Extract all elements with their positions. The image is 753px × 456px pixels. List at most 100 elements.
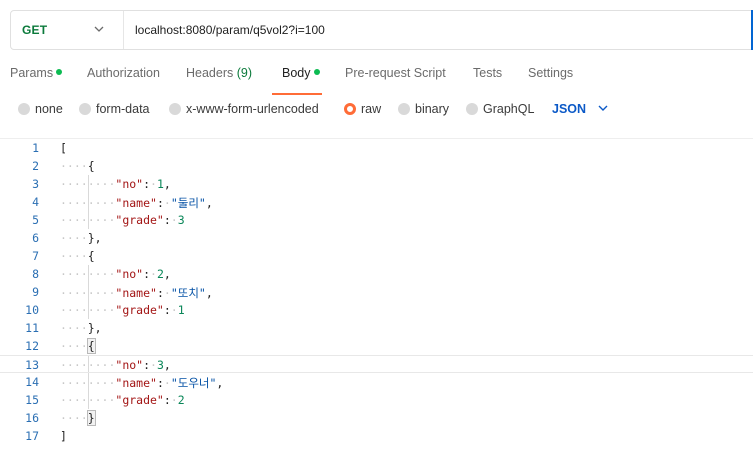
- line-number: 17: [25, 429, 39, 443]
- radio-raw[interactable]: raw: [344, 102, 381, 116]
- line-number: 4: [32, 195, 39, 209]
- editor-line: 14 ········"name":·"도우너",: [0, 373, 753, 391]
- radio-form-data-label: form-data: [96, 102, 150, 116]
- line-code: ····{: [60, 159, 95, 173]
- object-close: },: [87, 231, 102, 245]
- editor-line: 17 ]: [0, 427, 753, 445]
- line-code: ········"name":·"도우너",: [60, 376, 224, 390]
- object-open: {: [87, 249, 95, 263]
- json-number: 3: [177, 213, 185, 227]
- code-editor[interactable]: 1 [ 2 ····{ 3 ········"no":·1, 4 ·······…: [0, 138, 753, 456]
- editor-line: 6 ····},: [0, 229, 753, 247]
- line-code: ····},: [60, 321, 102, 335]
- params-indicator-dot: [56, 69, 63, 75]
- editor-line: 12 ····{: [0, 337, 753, 355]
- array-close: ]: [60, 429, 67, 443]
- object-open-matched: {: [86, 338, 96, 354]
- tab-pre-request-script[interactable]: Pre-request Script: [345, 66, 446, 80]
- radio-binary-label: binary: [415, 102, 450, 116]
- line-number: 13: [25, 358, 39, 372]
- radio-graphql[interactable]: GraphQL: [466, 102, 534, 116]
- line-number: 11: [25, 321, 39, 335]
- tab-params-label: Params: [10, 66, 54, 80]
- json-string: "또치": [170, 286, 206, 300]
- line-code: ········"no":·3,: [60, 358, 171, 372]
- editor-line: 11 ····},: [0, 319, 753, 337]
- tab-body[interactable]: Body: [282, 66, 320, 80]
- radio-raw-label: raw: [361, 102, 382, 116]
- json-string: "둘리": [170, 196, 206, 210]
- line-number: 1: [32, 141, 39, 155]
- json-key: "name": [115, 376, 157, 390]
- method-label: GET: [22, 23, 48, 37]
- json-string: "도우너": [170, 376, 217, 390]
- tab-tests-label: Tests: [473, 66, 503, 80]
- json-number: 1: [177, 303, 185, 317]
- radio-none[interactable]: none: [18, 102, 63, 116]
- format-label: JSON: [552, 102, 587, 116]
- object-close-matched: }: [86, 410, 96, 426]
- url-input[interactable]: localhost:8080/param/q5vol2?i=100: [135, 23, 325, 37]
- line-code: ····},: [60, 231, 102, 245]
- request-bar: GET localhost:8080/param/q5vol2?i=100: [10, 10, 753, 50]
- line-code: ········"grade":·3: [60, 213, 185, 227]
- json-key: "grade": [115, 303, 164, 317]
- json-number: 2: [156, 267, 164, 281]
- editor-line: 16 ····}: [0, 409, 753, 427]
- radio-circle-icon: [466, 103, 478, 115]
- json-key: "grade": [115, 393, 164, 407]
- tab-headers[interactable]: Headers (9): [186, 66, 252, 80]
- headers-count: (9): [236, 66, 253, 80]
- line-number: 12: [25, 339, 39, 353]
- tab-settings[interactable]: Settings: [528, 66, 573, 80]
- json-key: "no": [115, 358, 144, 372]
- line-code: ········"no":·2,: [60, 267, 171, 281]
- editor-line-current: 13 ········"no":·3,: [0, 355, 753, 373]
- radio-circle-icon: [18, 103, 30, 115]
- radio-circle-icon: [79, 103, 91, 115]
- editor-line: 9 ········"name":·"또치",: [0, 283, 753, 301]
- tab-settings-label: Settings: [528, 66, 574, 80]
- format-dropdown[interactable]: JSON: [552, 102, 608, 116]
- line-number: 10: [25, 303, 39, 317]
- line-code: ········"name":·"또치",: [60, 286, 213, 300]
- line-number: 5: [32, 213, 39, 227]
- line-number: 8: [32, 267, 39, 281]
- editor-line: 10 ········"grade":·1: [0, 301, 753, 319]
- json-key: "no": [115, 267, 144, 281]
- line-code: ········"grade":·2: [60, 393, 185, 407]
- line-code: ]: [60, 429, 67, 443]
- line-code: [: [60, 141, 67, 155]
- body-indicator-dot: [313, 69, 320, 75]
- radio-form-data[interactable]: form-data: [79, 102, 150, 116]
- radio-binary[interactable]: binary: [398, 102, 449, 116]
- active-tab-underline: [272, 93, 322, 95]
- line-code: ········"name":·"둘리",: [60, 196, 213, 210]
- radio-urlencoded-label: x-www-form-urlencoded: [186, 102, 319, 116]
- json-key: "name": [115, 286, 157, 300]
- tab-authorization[interactable]: Authorization: [87, 66, 160, 80]
- json-key: "grade": [115, 213, 164, 227]
- line-number: 14: [25, 375, 39, 389]
- tab-pre-request-script-label: Pre-request Script: [345, 66, 446, 80]
- json-key: "no": [115, 177, 144, 191]
- editor-line: 15 ········"grade":·2: [0, 391, 753, 409]
- editor-line: 4 ········"name":·"둘리",: [0, 193, 753, 211]
- editor-line: 1 [: [0, 139, 753, 157]
- editor-line: 3 ········"no":·1,: [0, 175, 753, 193]
- editor-line: 8 ········"no":·2,: [0, 265, 753, 283]
- json-number: 1: [156, 177, 164, 191]
- radio-graphql-label: GraphQL: [483, 102, 535, 116]
- object-open: {: [87, 159, 95, 173]
- method-select[interactable]: GET: [11, 11, 124, 49]
- editor-line: 7 ····{: [0, 247, 753, 265]
- json-number: 3: [156, 358, 164, 372]
- json-key: "name": [115, 196, 157, 210]
- line-number: 16: [25, 411, 39, 425]
- tab-params[interactable]: Params: [10, 66, 63, 80]
- line-code: ····}: [60, 410, 96, 426]
- line-number: 9: [32, 285, 39, 299]
- radio-x-www-form-urlencoded[interactable]: x-www-form-urlencoded: [169, 102, 319, 116]
- tab-tests[interactable]: Tests: [473, 66, 502, 80]
- radio-selected-icon: [344, 103, 356, 115]
